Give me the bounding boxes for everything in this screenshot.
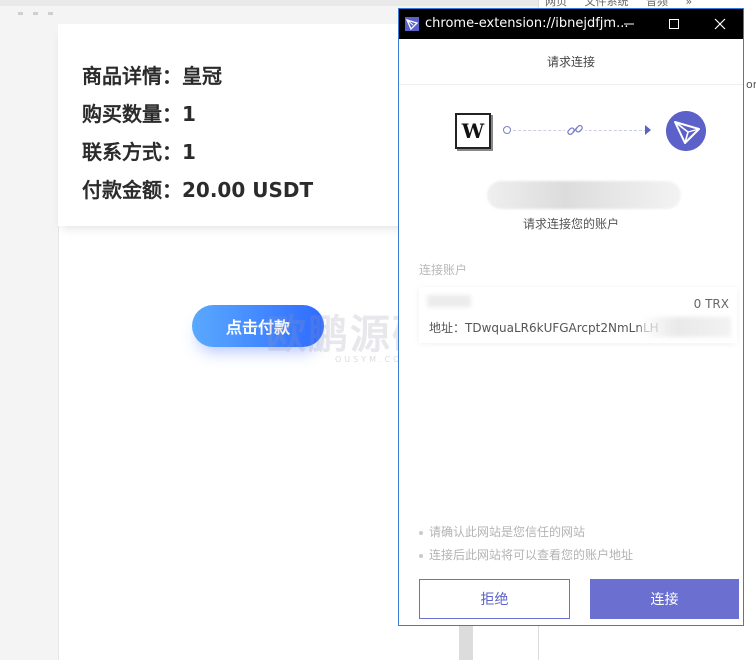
note-view-address: 连接后此网站将可以查看您的账户地址 [419,546,633,563]
note-view-address-text: 连接后此网站将可以查看您的账户地址 [429,548,634,562]
bullet-icon [419,553,423,558]
tronlink-icon [666,111,706,151]
close-icon[interactable] [709,13,731,35]
nav-item-filesystem[interactable]: 文件系统 [585,0,629,8]
product-line: 商品详情：皇冠 [82,64,222,88]
bullet-icon [419,530,423,535]
connect-button[interactable]: 连接 [590,579,739,619]
nav-item-web[interactable]: 网页 [545,0,567,8]
window-title: chrome-extension://ibnejdfjm... [425,16,629,31]
contact-line: 联系方式：1 [82,140,196,164]
nav-item-audio[interactable]: 音频 [646,0,668,8]
dapp-w-icon: W [455,113,491,149]
window-titlebar: chrome-extension://ibnejdfjm... [399,9,743,39]
amount-line: 付款金额：20.00 USDT [82,178,314,202]
account-name-blurred [487,181,681,209]
top-dots [18,0,78,15]
extension-popup-window: chrome-extension://ibnejdfjm... 请求连接 W 请… [398,8,744,626]
quantity-line: 购买数量：1 [82,102,196,126]
arrow-right-icon [645,125,651,135]
connected-account-label: 连接账户 [419,263,468,277]
note-trust: 请确认此网站是您信任的网站 [419,523,585,540]
tronlink-small-icon [405,17,419,31]
request-account-text: 请求连接您的账户 [522,217,619,231]
side-text: or [746,78,756,91]
connection-dot [503,126,511,134]
maximize-icon[interactable] [663,13,685,35]
account-balance: 0 TRX [693,297,729,311]
reject-button[interactable]: 拒绝 [419,579,570,619]
browser-top-strip [0,0,540,6]
account-card[interactable]: 0 TRX 地址：TDwquaLR6kUFGArcpt2NmLnLH [419,287,737,343]
scrollbar-thumb[interactable] [459,626,473,660]
minimize-icon[interactable] [618,13,640,35]
order-detail-card: 商品详情：皇冠 购买数量：1 联系方式：1 付款金额：20.00 USDT [58,24,418,226]
link-icon [565,120,585,140]
account-name-blur [427,295,471,307]
popup-header: 请求连接 [399,39,743,85]
note-trust-text: 请确认此网站是您信任的网站 [429,525,586,539]
account-address: 地址：TDwquaLR6kUFGArcpt2NmLnLH [429,321,659,335]
nav-item-more[interactable]: » [686,0,693,8]
address-blur [641,317,731,337]
